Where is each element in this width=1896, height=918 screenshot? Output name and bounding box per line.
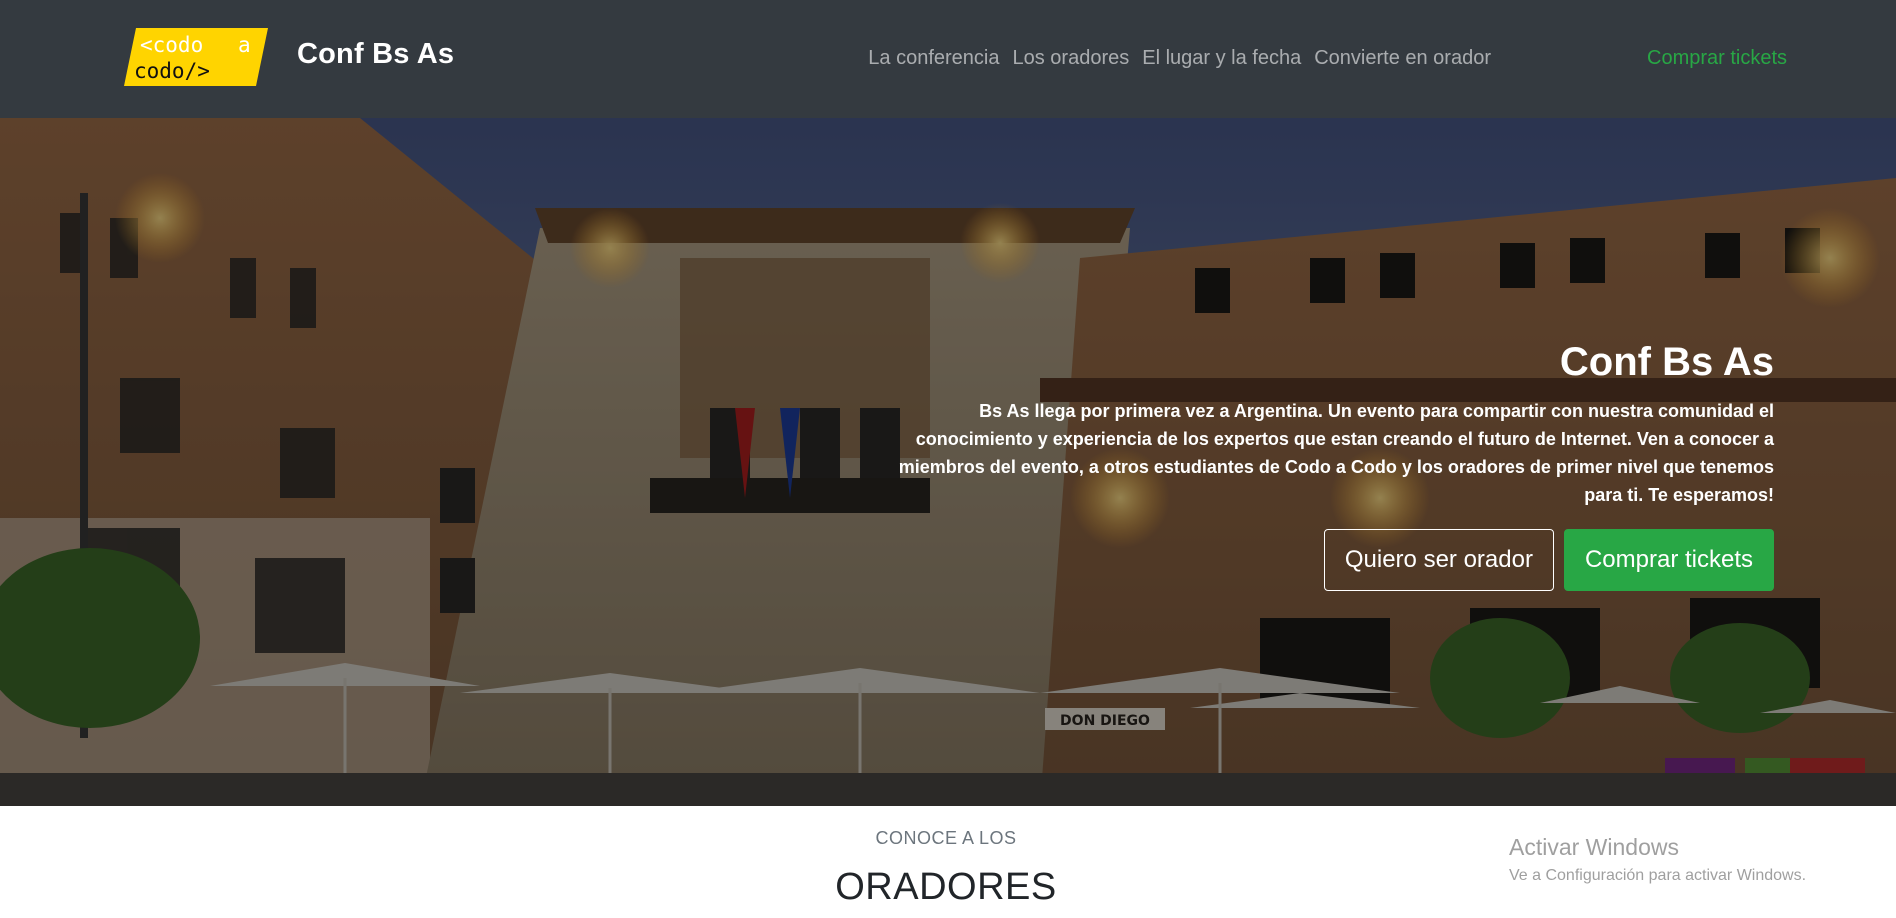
oradores-section: CONOCE A LOS ORADORES Activar Windows Ve… — [0, 806, 1896, 918]
hero-description: Bs As llega por primera vez a Argentina.… — [898, 401, 1774, 505]
quiero-ser-orador-button[interactable]: Quiero ser orador — [1323, 529, 1554, 591]
hero-actions: Quiero ser orador Comprar tickets — [894, 529, 1774, 591]
windows-activation-watermark: Activar Windows Ve a Configuración para … — [1509, 834, 1806, 885]
nav-cta-wrapper: Comprar tickets — [1647, 47, 1787, 70]
logo-text-a: a — [238, 33, 251, 57]
codo-a-codo-logo[interactable]: <codo a codo/> — [124, 28, 268, 86]
hero-content: Conf Bs As Bs As llega por primera vez a… — [894, 340, 1774, 591]
watermark-title: Activar Windows — [1509, 834, 1679, 860]
watermark-subtitle: Ve a Configuración para activar Windows. — [1509, 867, 1807, 884]
nav-link-comprar-tickets[interactable]: Comprar tickets — [1647, 47, 1787, 69]
nav-link-conferencia[interactable]: La conferencia — [868, 47, 999, 70]
logo-text-line1: <codo — [140, 33, 203, 57]
hero-title: Conf Bs As — [1559, 340, 1774, 384]
navbar: <codo a codo/> Conf Bs As La conferencia… — [0, 0, 1896, 118]
nav-link-convierte-orador[interactable]: Convierte en orador — [1314, 47, 1491, 70]
nav-link-lugar-fecha[interactable]: El lugar y la fecha — [1142, 47, 1301, 70]
main-nav: La conferencia Los oradores El lugar y l… — [868, 47, 1491, 70]
hero-banner: DON DIEGO Conf Bs As Bs As llega por pri… — [0, 118, 1896, 806]
logo-text-line2: codo/> — [134, 59, 210, 83]
comprar-tickets-button[interactable]: Comprar tickets — [1563, 529, 1774, 591]
brand-title[interactable]: Conf Bs As — [297, 38, 454, 71]
nav-link-oradores[interactable]: Los oradores — [1012, 47, 1129, 70]
